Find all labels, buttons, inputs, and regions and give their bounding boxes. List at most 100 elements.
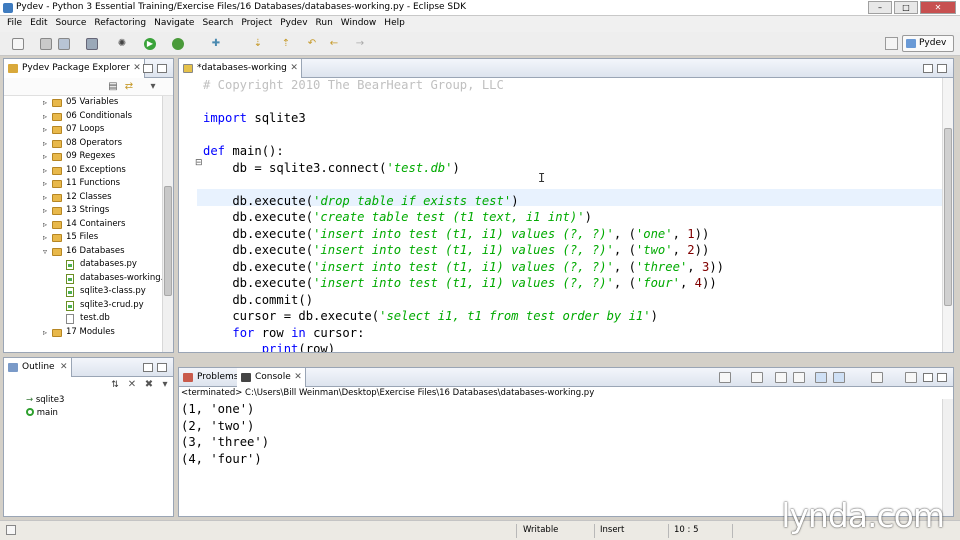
- tab-console[interactable]: Console ✕: [237, 368, 306, 387]
- tab-databases-working[interactable]: *databases-working ✕: [179, 59, 302, 78]
- sort-icon[interactable]: ⇅: [109, 379, 121, 391]
- remove-launch-icon[interactable]: [751, 372, 763, 383]
- tree-folder[interactable]: ▿ 16 Databases: [4, 245, 162, 259]
- display-console-icon[interactable]: [871, 372, 883, 383]
- open-console-icon[interactable]: [905, 372, 917, 383]
- run-icon[interactable]: ▶: [144, 38, 156, 50]
- close-tab-icon[interactable]: ✕: [294, 368, 302, 387]
- editor-scrollbar[interactable]: [942, 78, 953, 352]
- debug-icon[interactable]: ✺: [116, 38, 128, 50]
- maximize-editor-icon[interactable]: [937, 64, 947, 73]
- open-task-icon[interactable]: ✚: [210, 38, 222, 50]
- explorer-scrollbar-thumb[interactable]: [164, 186, 172, 296]
- tree-folder[interactable]: ▹ 11 Functions: [4, 177, 162, 191]
- run-external-tools-icon[interactable]: [172, 38, 184, 50]
- new-icon[interactable]: [12, 38, 24, 50]
- open-type-icon[interactable]: [86, 38, 98, 50]
- menu-item-run[interactable]: Run: [312, 16, 337, 32]
- forward-icon[interactable]: →: [354, 38, 366, 50]
- tree-folder[interactable]: ▹ 08 Operators: [4, 137, 162, 151]
- terminate-icon[interactable]: [719, 372, 731, 383]
- hide-fields-icon[interactable]: ✕: [126, 379, 138, 391]
- clear-console-icon[interactable]: [775, 372, 787, 383]
- menu-item-file[interactable]: File: [3, 16, 26, 32]
- code-editor[interactable]: ⊟ I # Copyright 2010 The BearHeart Group…: [179, 78, 942, 352]
- previous-annotation-icon[interactable]: ⇡: [280, 38, 292, 50]
- close-tab-icon[interactable]: ✕: [133, 59, 141, 78]
- open-perspective-icon[interactable]: [885, 37, 898, 50]
- view-menu-icon[interactable]: ▾: [147, 81, 159, 93]
- hide-static-icon[interactable]: ✖: [143, 379, 155, 391]
- tab-problems[interactable]: Problems: [179, 368, 244, 387]
- menu-item-source[interactable]: Source: [52, 16, 91, 32]
- close-icon[interactable]: ✕: [920, 1, 956, 14]
- fold-collapse-icon[interactable]: ⊟: [195, 158, 203, 168]
- collapse-icon[interactable]: ▿: [43, 245, 47, 259]
- tree-folder[interactable]: ▹ 12 Classes: [4, 191, 162, 205]
- menu-item-refactoring[interactable]: Refactoring: [90, 16, 150, 32]
- menu-item-edit[interactable]: Edit: [26, 16, 51, 32]
- maximize-icon[interactable]: □: [894, 1, 918, 14]
- maximize-view-icon[interactable]: [157, 363, 167, 372]
- expand-icon[interactable]: ▹: [43, 123, 47, 137]
- expand-icon[interactable]: ▹: [43, 326, 47, 340]
- last-edit-icon[interactable]: ↶: [306, 38, 318, 50]
- minimize-editor-icon[interactable]: [923, 64, 933, 73]
- tree-folder[interactable]: ▹ 06 Conditionals: [4, 110, 162, 124]
- show-on-stderr-icon[interactable]: [833, 372, 845, 383]
- maximize-view-icon[interactable]: [157, 64, 167, 73]
- tree-file[interactable]: databases-working.p: [4, 272, 162, 286]
- tree-folder[interactable]: ▹ 09 Regexes: [4, 150, 162, 164]
- outline-item-import[interactable]: → sqlite3: [26, 395, 64, 405]
- link-with-editor-icon[interactable]: ⇄: [123, 81, 135, 93]
- tree-folder[interactable]: ▹ 14 Containers: [4, 218, 162, 232]
- explorer-scrollbar[interactable]: [162, 96, 173, 352]
- expand-icon[interactable]: ▹: [43, 137, 47, 151]
- tree-file[interactable]: databases.py: [4, 258, 162, 272]
- expand-icon[interactable]: ▹: [43, 218, 47, 232]
- menu-item-window[interactable]: Window: [337, 16, 381, 32]
- expand-icon[interactable]: ▹: [43, 110, 47, 124]
- menu-item-pydev[interactable]: Pydev: [276, 16, 311, 32]
- menu-item-project[interactable]: Project: [237, 16, 276, 32]
- menu-item-help[interactable]: Help: [380, 16, 409, 32]
- save-icon[interactable]: [40, 38, 52, 50]
- tab-outline[interactable]: Outline ✕: [4, 358, 72, 377]
- menu-item-search[interactable]: Search: [198, 16, 237, 32]
- perspective-pydev-button[interactable]: Pydev: [902, 35, 954, 52]
- back-icon[interactable]: ←: [328, 38, 340, 50]
- expand-icon[interactable]: ▹: [43, 96, 47, 110]
- expand-icon[interactable]: ▹: [43, 177, 47, 191]
- tree-file[interactable]: test.db: [4, 312, 162, 326]
- collapse-all-icon[interactable]: ▤: [107, 81, 119, 93]
- next-annotation-icon[interactable]: ⇣: [252, 38, 264, 50]
- tree-file[interactable]: sqlite3-class.py: [4, 285, 162, 299]
- expand-icon[interactable]: ▹: [43, 164, 47, 178]
- expand-icon[interactable]: ▹: [43, 150, 47, 164]
- view-menu-icon[interactable]: ▾: [159, 379, 171, 391]
- show-on-stdout-icon[interactable]: [815, 372, 827, 383]
- expand-icon[interactable]: ▹: [43, 191, 47, 205]
- tree-file[interactable]: sqlite3-crud.py: [4, 299, 162, 313]
- close-tab-icon[interactable]: ✕: [60, 358, 68, 377]
- tree-folder[interactable]: ▹ 15 Files: [4, 231, 162, 245]
- tab-package-explorer[interactable]: Pydev Package Explorer ✕: [4, 59, 145, 78]
- outline-item-function[interactable]: main: [26, 408, 58, 418]
- tree-folder[interactable]: ▹ 07 Loops: [4, 123, 162, 137]
- maximize-view-icon[interactable]: [937, 373, 947, 382]
- minimize-icon[interactable]: –: [868, 1, 892, 14]
- minimize-view-icon[interactable]: [923, 373, 933, 382]
- expand-icon[interactable]: ▹: [43, 231, 47, 245]
- minimize-view-icon[interactable]: [143, 64, 153, 73]
- fast-view-icon[interactable]: [6, 525, 16, 535]
- tree-folder[interactable]: ▹ 17 Modules: [4, 326, 162, 340]
- tree-folder[interactable]: ▹ 13 Strings: [4, 204, 162, 218]
- tree-folder[interactable]: ▹ 10 Exceptions: [4, 164, 162, 178]
- menu-item-navigate[interactable]: Navigate: [150, 16, 198, 32]
- expand-icon[interactable]: ▹: [43, 204, 47, 218]
- minimize-view-icon[interactable]: [143, 363, 153, 372]
- print-icon[interactable]: [58, 38, 70, 50]
- tree-folder[interactable]: ▹ 05 Variables: [4, 96, 162, 110]
- editor-scrollbar-thumb[interactable]: [944, 128, 952, 306]
- close-tab-icon[interactable]: ✕: [290, 59, 298, 78]
